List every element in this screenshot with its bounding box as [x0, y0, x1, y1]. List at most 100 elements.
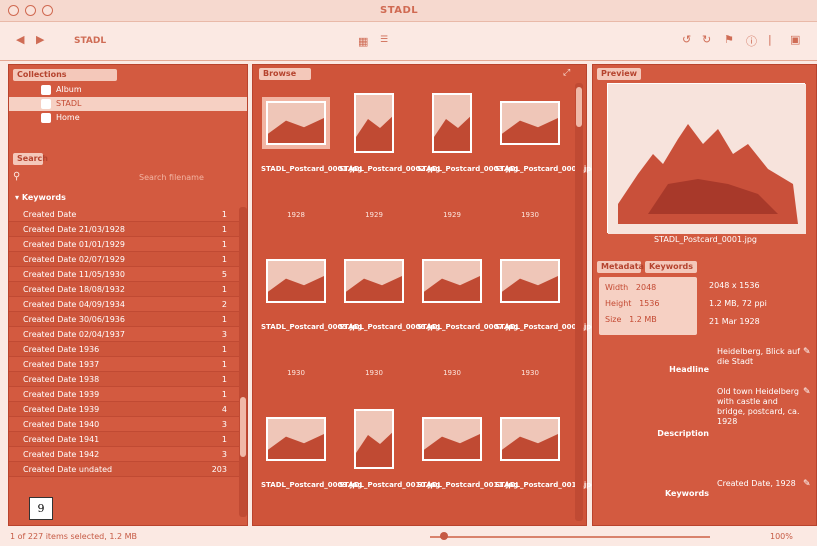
thumbnail[interactable]	[422, 417, 484, 463]
keywords-group-header[interactable]: ▾ Keywords	[15, 193, 66, 202]
minimize-window-icon[interactable]	[25, 5, 36, 16]
keyword-count: 1	[221, 390, 227, 399]
keyword-count: 2	[221, 300, 227, 309]
tree-item-stadl[interactable]: STADL	[9, 97, 247, 111]
info-filesize: 1.2 MB, 72 ppi	[709, 299, 767, 308]
keyword-row[interactable]: Created Date 04/09/1934 2	[9, 297, 241, 312]
thumbnail[interactable]	[432, 93, 474, 155]
thumbnail-caption: STADL_Postcard_0011.jpg	[417, 481, 519, 489]
keyword-row[interactable]: Created Date 1938 1	[9, 372, 241, 387]
edit-icon[interactable]: ✎	[803, 479, 811, 489]
thumbnail-caption: STADL_Postcard_0012.jpg	[495, 481, 597, 489]
keyword-row[interactable]: Created Date 1936 1	[9, 342, 241, 357]
tree-item-album[interactable]: Album	[9, 83, 247, 97]
scrollbar-thumb[interactable]	[576, 87, 582, 127]
info-date: 21 Mar 1928	[709, 317, 760, 326]
scrollbar[interactable]	[575, 83, 583, 521]
path-breadcrumb[interactable]: STADL	[74, 36, 106, 46]
thumbnail-caption: STADL_Postcard_0010.jpg	[339, 481, 441, 489]
collection-tree: Album STADL Home	[9, 83, 247, 125]
keyword-row[interactable]: Created Date 1942 3	[9, 447, 241, 462]
list-view-icon[interactable]: ☰	[380, 35, 388, 45]
keyword-row[interactable]: Created Date 18/08/1932 1	[9, 282, 241, 297]
zoom-slider-knob[interactable]	[440, 532, 448, 540]
keyword-row[interactable]: Created Date 11/05/1930 5	[9, 267, 241, 282]
forward-arrow-icon[interactable]: ▶	[36, 33, 44, 46]
keyword-row[interactable]: Created Date 1941 1	[9, 432, 241, 447]
keyword-count: 1	[221, 435, 227, 444]
field-value-description[interactable]: Old town Heidelberg with castle and brid…	[717, 387, 801, 427]
keyword-row[interactable]: Created Date 30/06/1936 1	[9, 312, 241, 327]
tab-collections[interactable]: Collections	[13, 69, 117, 81]
keyword-count: 3	[221, 420, 227, 429]
keyword-count: 3	[221, 330, 227, 339]
rotate-right-icon[interactable]: ↻	[702, 33, 711, 46]
keyword-label: Created Date 18/08/1932	[23, 285, 125, 294]
thumbnail-caption: STADL_Postcard_0006.jpg	[339, 323, 441, 331]
keyword-label: Created Date 1937	[23, 360, 100, 369]
status-bar: 1 of 227 items selected, 1.2 MB 100%	[0, 528, 817, 546]
keyword-label: Created Date 01/01/1929	[23, 240, 125, 249]
scrollbar-thumb[interactable]	[240, 397, 246, 457]
thumbnail[interactable]	[422, 259, 484, 305]
photo-icon	[424, 419, 484, 463]
info-icon[interactable]: ⓘ	[746, 33, 757, 49]
page-number-badge: 9	[29, 497, 53, 520]
keyword-row[interactable]: Created Date 1937 1	[9, 357, 241, 372]
field-label-headline: Headline	[669, 365, 709, 374]
thumbnail-caption: STADL_Postcard_0002.jpg	[339, 165, 441, 173]
field-value-headline[interactable]: Heidelberg, Blick auf die Stadt	[717, 347, 801, 367]
divider: |	[768, 33, 772, 46]
keyword-count: 1	[221, 285, 227, 294]
back-arrow-icon[interactable]: ◀	[16, 33, 24, 46]
keyword-list: Created Date 1 Created Date 21/03/1928 1 Cre…	[9, 207, 241, 477]
keyword-row[interactable]: Created Date 01/01/1929 1	[9, 237, 241, 252]
thumbnail[interactable]	[354, 93, 396, 155]
close-window-icon[interactable]	[8, 5, 19, 16]
thumbnail[interactable]	[266, 101, 328, 147]
photo-icon	[268, 419, 328, 463]
tree-item-home[interactable]: Home	[9, 111, 247, 125]
thumbnail[interactable]	[500, 417, 562, 463]
field-value-keywords[interactable]: Created Date, 1928	[717, 479, 801, 489]
tab-keywords[interactable]: Keywords	[645, 261, 697, 273]
thumbnail[interactable]	[344, 259, 406, 305]
zoom-window-icon[interactable]	[42, 5, 53, 16]
edit-icon[interactable]: ✎	[803, 347, 811, 357]
keyword-row[interactable]: Created Date 1939 4	[9, 402, 241, 417]
keyword-row[interactable]: Created Date 1940 3	[9, 417, 241, 432]
thumbnail[interactable]	[266, 259, 328, 305]
photo-icon	[434, 95, 474, 155]
thumbnail[interactable]	[500, 101, 562, 147]
search-input[interactable]: Search filename	[139, 173, 204, 182]
keyword-label: Created Date 04/09/1934	[23, 300, 125, 309]
thumbnail-date: 1929	[365, 211, 383, 219]
keyword-row[interactable]: Created Date 02/04/1937 3	[9, 327, 241, 342]
tab-metadata[interactable]: Metadata	[597, 261, 644, 273]
keyword-row[interactable]: Created Date 02/07/1929 1	[9, 252, 241, 267]
window-title: STADL	[380, 5, 419, 16]
keyword-label: Created Date 30/06/1936	[23, 315, 125, 324]
thumbnail[interactable]	[354, 409, 396, 471]
keyword-row[interactable]: Created Date 1	[9, 207, 241, 222]
edit-icon[interactable]: ✎	[803, 387, 811, 397]
share-icon[interactable]: ▣	[790, 33, 800, 46]
thumbnail-date: 1930	[521, 211, 539, 219]
tab-preview[interactable]: Preview	[597, 68, 641, 80]
keyword-row[interactable]: Created Date 1939 1	[9, 387, 241, 402]
keyword-count: 203	[211, 465, 227, 474]
rotate-left-icon[interactable]: ↺	[682, 33, 691, 46]
flag-icon[interactable]: ⚑	[724, 33, 734, 46]
keyword-label: Created Date 1942	[23, 450, 100, 459]
grid-view-icon[interactable]: ▦	[358, 35, 368, 48]
field-label-description: Description	[657, 429, 709, 438]
tab-search[interactable]: Search	[13, 153, 48, 165]
thumbnail[interactable]	[266, 417, 328, 463]
zoom-slider[interactable]	[430, 536, 710, 538]
keyword-row[interactable]: Created Date 21/03/1928 1	[9, 222, 241, 237]
keyword-label: Created Date undated	[23, 465, 113, 474]
thumbnail[interactable]	[500, 259, 562, 305]
photo-icon	[268, 103, 328, 147]
keyword-row[interactable]: Created Date undated 203	[9, 462, 241, 477]
scrollbar[interactable]	[239, 207, 247, 517]
